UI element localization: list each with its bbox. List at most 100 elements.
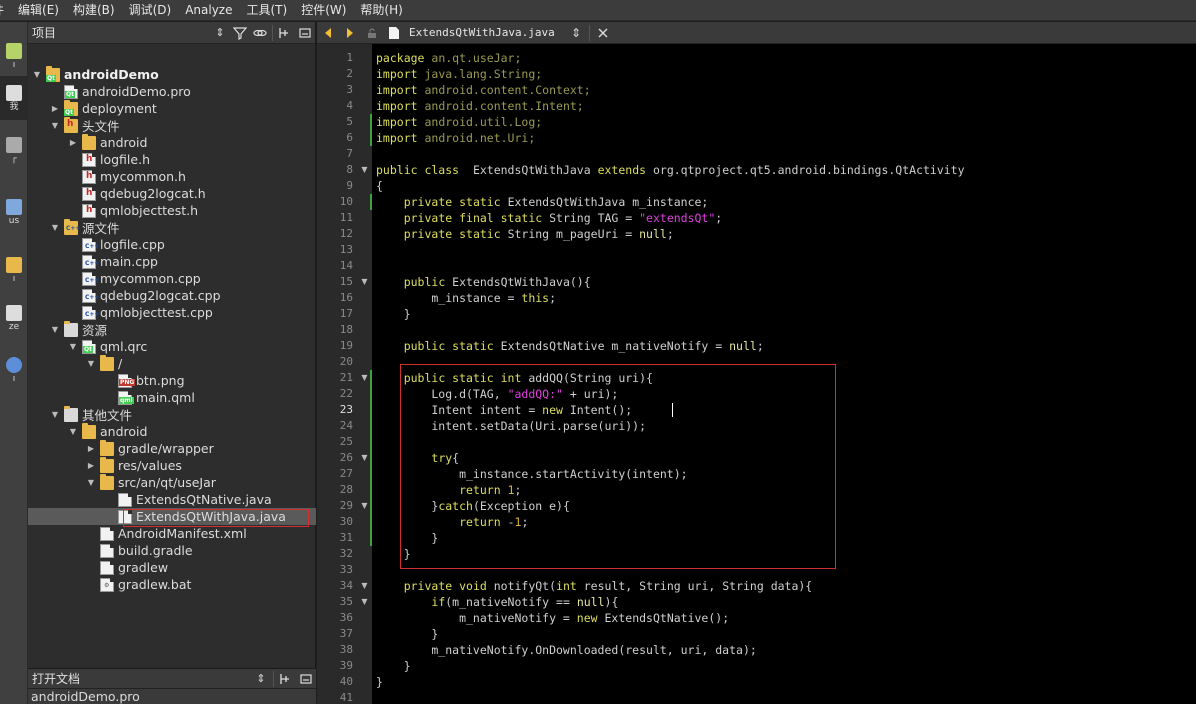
tree-item[interactable]: AndroidManifest.xml [28, 525, 316, 542]
tree-item[interactable]: ▶ gradle/wrapper [28, 439, 316, 457]
line-number: 24 [339, 419, 353, 432]
split-icon[interactable] [276, 668, 296, 690]
mode-button[interactable]: ı [0, 248, 27, 292]
tree-item[interactable]: ▼ android [28, 422, 316, 440]
file-select-icon[interactable]: ⇕ [565, 22, 587, 44]
menu-item[interactable]: Analyze [178, 0, 239, 21]
code-line: try{ [431, 451, 460, 465]
menu-item[interactable]: 工具(T) [239, 0, 294, 21]
code-line: }catch(Exception e){ [376, 499, 570, 513]
tree-item[interactable]: ▶ android [28, 133, 316, 151]
menu-item[interactable]: 构建(B) [66, 0, 122, 21]
code-line: import android.net.Uri; [376, 131, 536, 145]
fold-arrow-icon[interactable]: ▼ [360, 370, 369, 386]
view-select-icon[interactable]: ⇕ [210, 22, 230, 44]
mode-button[interactable]: ı [0, 348, 27, 392]
tree-item[interactable]: ▼ Qt androidDemo [28, 65, 316, 83]
close-panel-icon[interactable] [296, 668, 316, 690]
menu-item[interactable]: 帮助(H) [353, 0, 409, 21]
back-arrow-icon[interactable] [317, 22, 339, 44]
mode-button[interactable]: 我 [0, 76, 27, 120]
folder-icon: h [64, 116, 78, 133]
lock-icon [361, 22, 383, 44]
collapse-arrow-icon[interactable]: ▼ [86, 355, 96, 372]
close-icon[interactable] [592, 22, 614, 44]
tree-item[interactable]: ▼ / [28, 354, 316, 372]
tree-item[interactable]: ▼ h 头文件 [28, 116, 316, 134]
filter-icon[interactable] [230, 22, 250, 44]
tree-item[interactable]: h qmlobjecttest.h [28, 202, 316, 219]
tree-item[interactable]: h qdebug2logcat.h [28, 185, 316, 202]
forward-arrow-icon[interactable] [339, 22, 361, 44]
current-file-name[interactable]: ExtendsQtWithJava.java [405, 26, 565, 39]
tree-item-label: gradlew.bat [118, 577, 192, 592]
expand-arrow-icon[interactable]: ▶ [50, 100, 60, 117]
code-editor[interactable]: package an.qt.useJar; import java.lang.St… [372, 44, 1196, 704]
tree-item[interactable]: h logfile.h [28, 151, 316, 168]
tree-item[interactable]: gradlew [28, 559, 316, 576]
tree-item[interactable]: ▶ res/values [28, 456, 316, 474]
collapse-arrow-icon[interactable]: ▼ [50, 219, 60, 236]
tree-item[interactable]: Qt androidDemo.pro [28, 83, 316, 100]
tree-item[interactable]: C++ qmlobjecttest.cpp [28, 304, 316, 321]
fold-arrow-icon[interactable]: ▼ [360, 450, 369, 466]
line-number: 23 [339, 403, 353, 416]
tree-item[interactable]: C++ qdebug2logcat.cpp [28, 287, 316, 304]
tree-item[interactable]: ▼ 其他文件 [28, 405, 316, 423]
open-document-item[interactable]: androidDemo.pro [28, 689, 316, 704]
fold-arrow-icon[interactable]: ▼ [360, 274, 369, 290]
mode-button[interactable]: ze [0, 296, 27, 340]
tree-item[interactable]: ▼ 资源 [28, 320, 316, 338]
mode-button[interactable]: us [0, 190, 27, 234]
fold-arrow-icon[interactable]: ▼ [360, 498, 369, 514]
line-number: 36 [339, 611, 353, 624]
tree-item[interactable]: ▼ src/an/qt/useJar [28, 473, 316, 491]
collapse-arrow-icon[interactable]: ▼ [50, 321, 60, 338]
tree-item[interactable]: ▶ Qt deployment [28, 99, 316, 117]
fold-arrow-icon[interactable]: ▼ [360, 162, 369, 178]
collapse-arrow-icon[interactable]: ▼ [68, 423, 78, 440]
tree-item[interactable]: C++ mycommon.cpp [28, 270, 316, 287]
collapse-arrow-icon[interactable]: ▼ [50, 406, 60, 423]
collapse-arrow-icon[interactable]: ▼ [86, 474, 96, 491]
tree-item[interactable]: h mycommon.h [28, 168, 316, 185]
expand-arrow-icon[interactable]: ▶ [86, 457, 96, 474]
collapse-arrow-icon[interactable]: ▼ [32, 66, 42, 83]
line-number-gutter: 1 2 3 4 5 6 7 8 ▼ 9 10 11 12 13 14 15 ▼ 16 17 18 19 20 21 ▼ 22 23… [317, 44, 372, 704]
line-number: 6 [346, 131, 353, 144]
menu-item[interactable]: 编辑(E) [11, 0, 66, 21]
menu-item[interactable]: 件 [0, 0, 11, 21]
tree-item[interactable]: C++ logfile.cpp [28, 236, 316, 253]
line-number: 22 [339, 387, 353, 400]
mode-button[interactable]: ı [0, 34, 27, 78]
menu-item[interactable]: 控件(W) [294, 0, 353, 21]
tree-item[interactable]: ▼ C++ 源文件 [28, 218, 316, 236]
code-line: public static ExtendsQtNative m_nativeNo… [403, 339, 764, 353]
tree-item[interactable]: C++ main.cpp [28, 253, 316, 270]
mode-bar: ı 我 ┌ us ı ze ı [0, 22, 28, 704]
expand-arrow-icon[interactable]: ▶ [86, 440, 96, 457]
tree-item[interactable]: ⚙ gradlew.bat [28, 576, 316, 593]
tree-item[interactable]: PNG btn.png [28, 372, 316, 389]
link-icon[interactable] [250, 22, 270, 44]
close-panel-icon[interactable] [295, 22, 315, 44]
project-panel-toolbar: 项目 ⇕ [28, 22, 315, 44]
expand-arrow-icon[interactable]: ▶ [68, 134, 78, 151]
tree-item[interactable]: qml main.qml [28, 389, 316, 406]
collapse-arrow-icon[interactable]: ▼ [68, 338, 78, 355]
collapse-arrow-icon[interactable]: ▼ [50, 117, 60, 134]
menu-item[interactable]: 调试(D) [122, 0, 179, 21]
tree-item[interactable]: ExtendsQtNative.java [28, 491, 316, 508]
cpp-badge-icon: C++ [85, 242, 100, 250]
tree-item[interactable]: build.gradle [28, 542, 316, 559]
mode-button[interactable]: ┌ [0, 128, 27, 172]
view-select-icon[interactable]: ⇕ [251, 668, 271, 690]
mode-label: ı [12, 373, 16, 384]
fold-arrow-icon[interactable]: ▼ [360, 594, 369, 610]
tree-item[interactable]: ▼ Qt qml.qrc [28, 338, 316, 355]
split-icon[interactable] [275, 22, 295, 44]
fold-arrow-icon[interactable]: ▼ [360, 578, 369, 594]
tree-item[interactable]: ExtendsQtWithJava.java [28, 508, 316, 525]
